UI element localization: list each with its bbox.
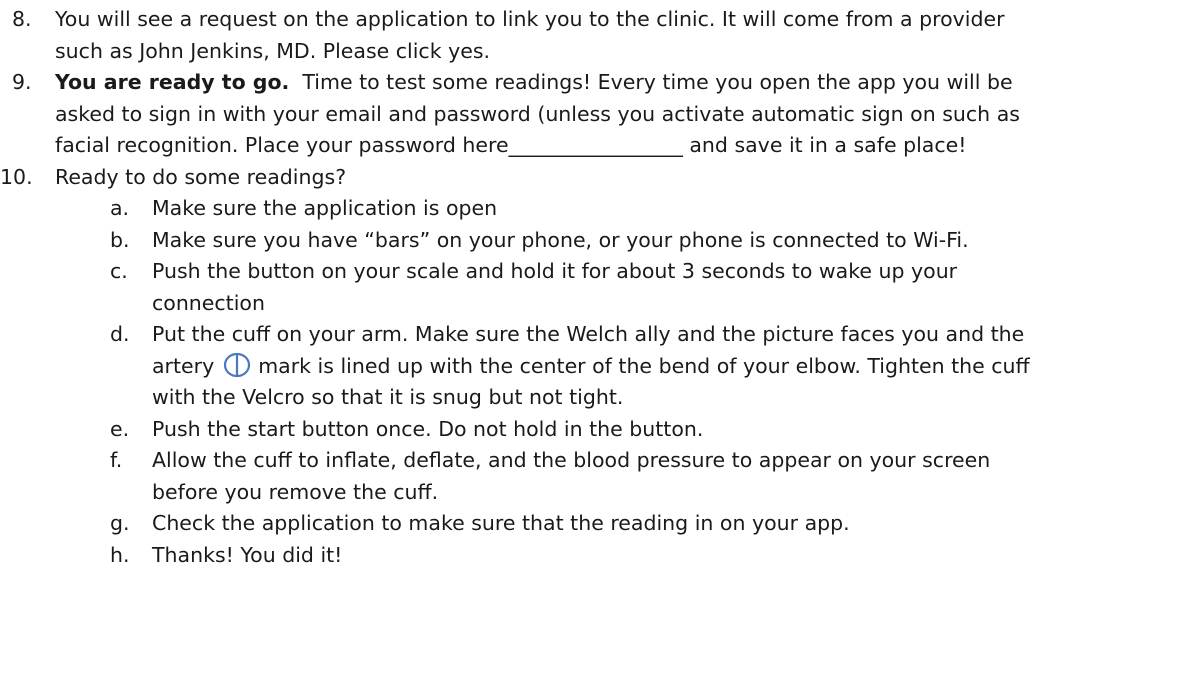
step-text-line: You are ready to go. Time to test some r… (55, 67, 1193, 99)
substep-text: mark is lined up with the center of the … (258, 353, 1030, 378)
substep-letter: c. (110, 259, 128, 283)
substep-text-line: connection (152, 290, 265, 315)
substep-letter: a. (110, 196, 130, 220)
step-8: 8. You will see a request on the applica… (0, 0, 1193, 67)
substep-text-line: Allow the cuff to inflate, deflate, and … (152, 448, 991, 472)
step-text-line: facial recognition. Place your password … (55, 133, 967, 157)
step-9: 9. You are ready to go. Time to test som… (0, 67, 1193, 162)
step-bold-text: You are ready to go. (55, 70, 290, 94)
substep-text-line: Make sure you have “bars” on your phone,… (152, 227, 969, 252)
step-number: 10. (0, 164, 33, 189)
substep-f: f. Allow the cuff to inflate, deflate, a… (0, 445, 1193, 508)
substep-text-line: before you remove the cuff. (152, 479, 439, 504)
substep-letter: f. (110, 448, 123, 472)
step-text-line: asked to sign in with your email and pas… (55, 101, 1020, 126)
substep-text-line: Put the cuff on your arm. Make sure the … (152, 322, 1025, 346)
instruction-document: 8. You will see a request on the applica… (0, 0, 1193, 689)
step-number: 9. (12, 70, 32, 94)
step-10: 10. Ready to do some readings? (0, 162, 1193, 194)
substep-e: e. Push the start button once. Do not ho… (0, 414, 1193, 446)
artery-mark-icon (220, 352, 254, 378)
substep-b: b. Make sure you have “bars” on your pho… (0, 225, 1193, 257)
substep-letter: h. (110, 542, 130, 567)
step-text-line: such as John Jenkins, MD. Please click y… (55, 38, 491, 63)
step-text: Time to test some readings! Every time y… (289, 70, 1013, 94)
substep-g: g. Check the application to make sure th… (0, 508, 1193, 540)
substep-text-line: Push the button on your scale and hold i… (152, 259, 958, 283)
substep-c: c. Push the button on your scale and hol… (0, 256, 1193, 319)
substep-text-line: with the Velcro so that it is snug but n… (152, 385, 624, 409)
step-number: 8. (12, 7, 32, 31)
substep-letter: e. (110, 416, 130, 441)
substep-text-line: artery mark is lined up with the center o… (152, 351, 1193, 383)
substep-letter: d. (110, 322, 130, 346)
substep-text-line: Check the application to make sure that … (152, 511, 850, 535)
substep-a: a. Make sure the application is open (0, 193, 1193, 225)
step-text-line: Ready to do some readings? (55, 164, 347, 189)
substep-text: artery (152, 353, 215, 378)
substep-d: d. Put the cuff on your arm. Make sure t… (0, 319, 1193, 414)
step-text-line: You will see a request on the applicatio… (55, 7, 1005, 31)
substep-h: h. Thanks! You did it! (0, 540, 1193, 572)
substep-text-line: Make sure the application is open (152, 196, 498, 220)
substep-letter: b. (110, 227, 130, 252)
substep-text-line: Push the start button once. Do not hold … (152, 416, 704, 441)
substep-text-line: Thanks! You did it! (152, 542, 343, 567)
substep-letter: g. (110, 511, 130, 535)
